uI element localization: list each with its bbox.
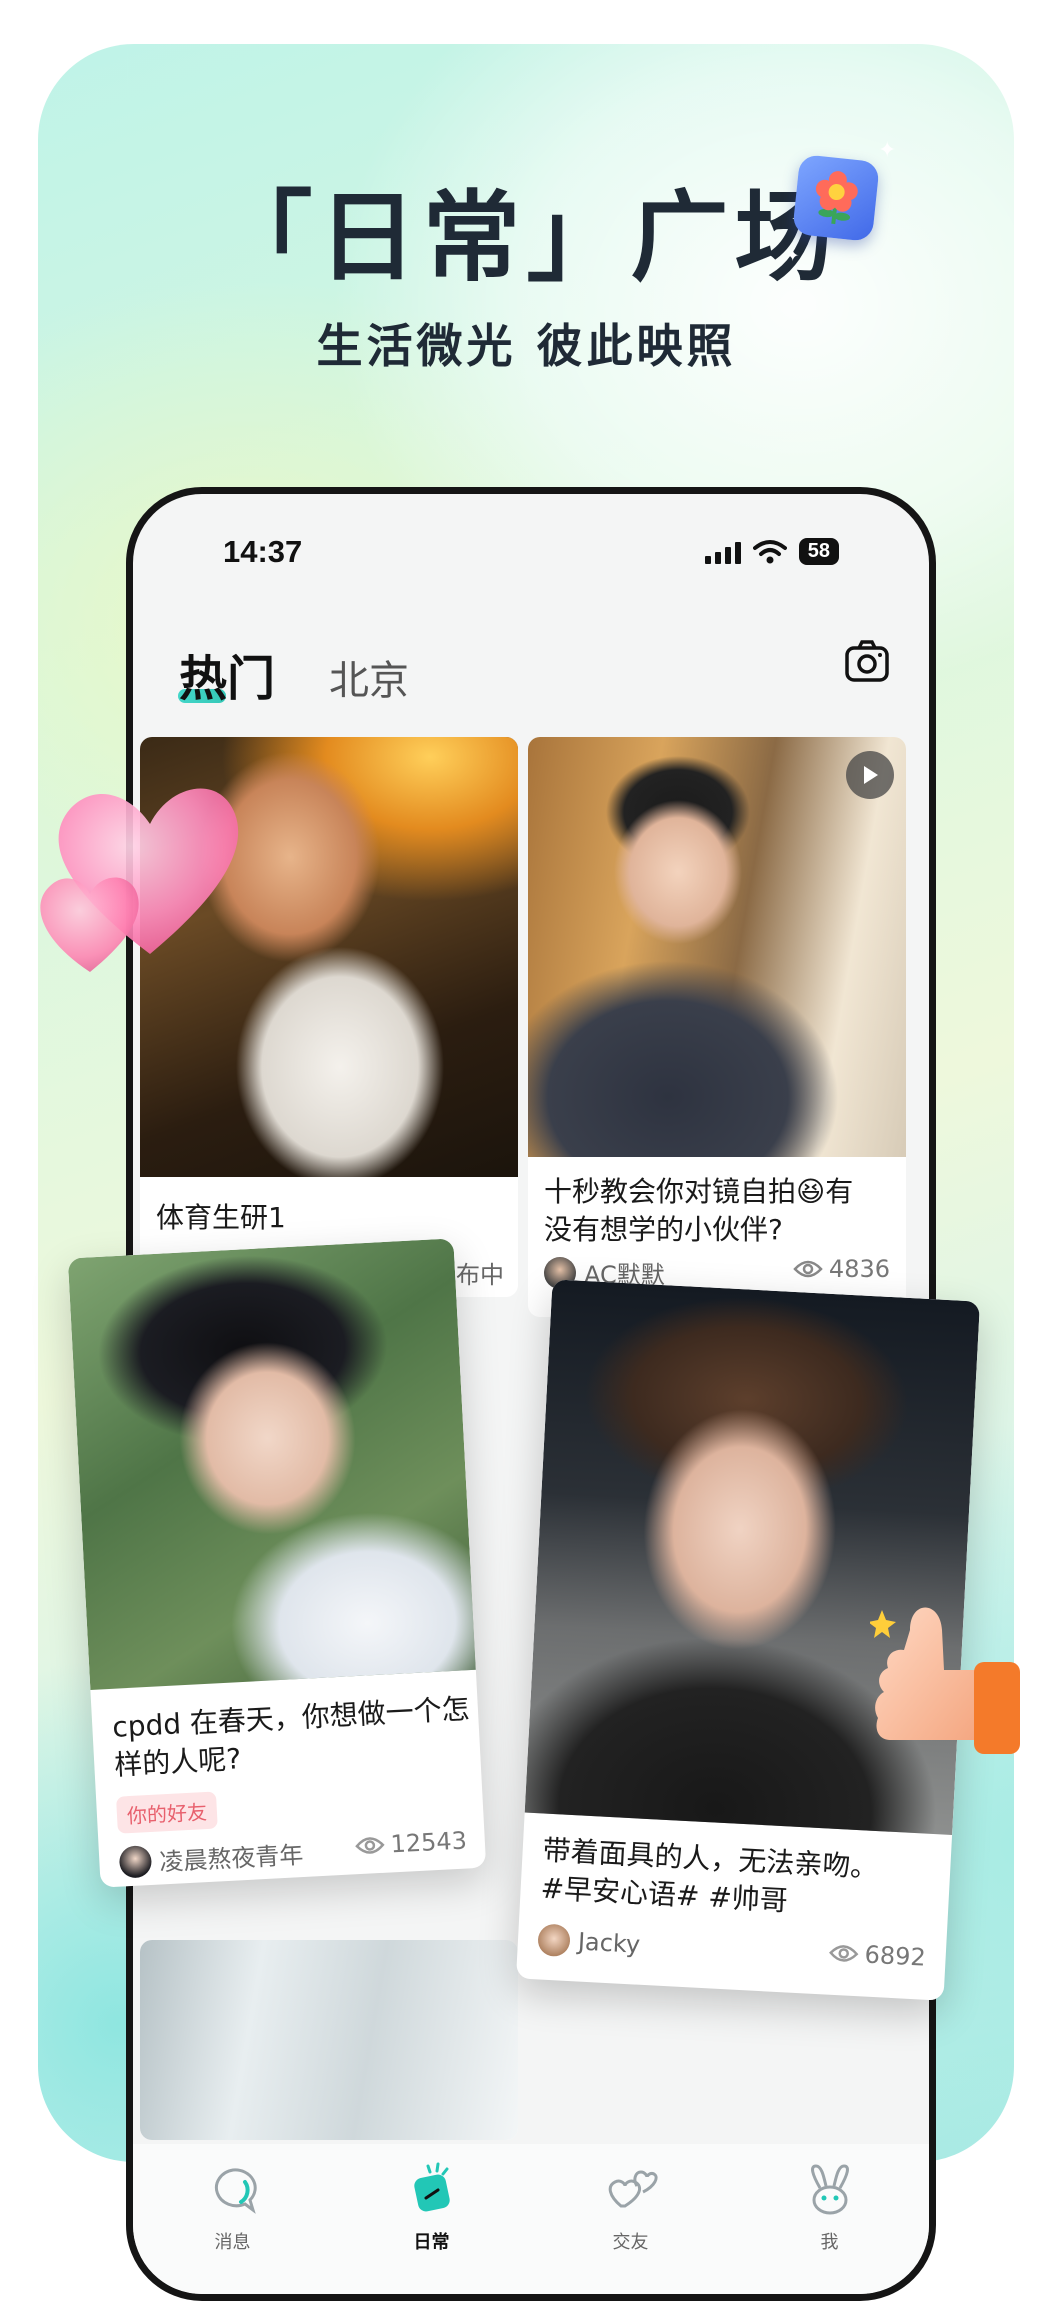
status-icons: 58 (704, 538, 839, 565)
thumbs-up-icon (870, 1607, 1020, 1754)
post-title-line: 没有想学的小伙伴? (544, 1213, 783, 1246)
promo-subline: 生活微光 彼此映照 (316, 319, 737, 373)
post-card[interactable]: cpdd 在春天，你想做一个怎 样的人呢? 你的好友 凌晨熬夜青年 12543 (67, 1238, 487, 1888)
view-count: 6892 (828, 1939, 926, 1972)
nav-label: 我 (820, 2232, 839, 2253)
post-title: 十秒教会你对镜自拍😆有 没有想学的小伙伴? (544, 1173, 853, 1249)
avatar (118, 1844, 153, 1879)
author-name: 凌晨熬夜青年 (158, 1841, 305, 1877)
view-number: 12543 (389, 1826, 468, 1859)
post-card[interactable]: 十秒教会你对镜自拍😆有 没有想学的小伙伴? AC默默 4836 (528, 737, 906, 1317)
relation-tag: 你的好友 (116, 1791, 218, 1834)
post-photo (528, 737, 906, 1157)
nav-item-friends[interactable]: 交友 (561, 2144, 701, 2254)
video-play-icon[interactable] (846, 751, 894, 799)
chat-bubble-icon (214, 2168, 257, 2214)
eye-icon (793, 1260, 823, 1278)
nav-item-daily[interactable]: 日常 (362, 2144, 502, 2254)
post-author: 布中 (456, 1255, 504, 1290)
view-count: 4836 (793, 1255, 890, 1283)
post-author[interactable]: Jacky (537, 1923, 641, 1960)
post-photo (67, 1238, 476, 1690)
nav-item-messages[interactable]: 消息 (163, 2144, 303, 2254)
flower-icon (792, 154, 880, 242)
author-name: Jacky (577, 1927, 641, 1959)
nav-item-me[interactable]: 我 (760, 2144, 900, 2254)
sparkle-icon: ✦ (878, 138, 897, 163)
eye-icon (354, 1837, 385, 1854)
sparkle-icon: ✦ (786, 246, 800, 265)
post-title: cpdd 在春天，你想做一个怎 样的人呢? (111, 1690, 472, 1785)
author-name: 布中 (456, 1261, 504, 1289)
post-card[interactable] (140, 1940, 518, 2140)
camera-icon[interactable] (843, 638, 891, 686)
tab-beijing[interactable]: 北京 (329, 648, 409, 706)
post-photo (140, 1940, 518, 2140)
post-title: 体育生研1 (156, 1201, 286, 1234)
nav-label: 消息 (214, 2232, 251, 2253)
view-number: 6892 (863, 1940, 927, 1972)
nav-label: 交友 (612, 2232, 649, 2253)
battery-level: 58 (798, 538, 839, 565)
bottom-nav: 消息 日常 交友 我 (133, 2144, 929, 2294)
tab-hot[interactable]: 热门 (179, 639, 275, 709)
bunny-icon (810, 2164, 849, 2215)
post-title: 带着面具的人，无法亲吻。 #早安心语# #帅哥 (540, 1832, 880, 1925)
nav-label: 日常 (413, 2232, 450, 2253)
view-count: 12543 (354, 1826, 468, 1860)
status-time: 14:37 (223, 534, 303, 569)
daily-card-icon (413, 2162, 450, 2212)
view-number: 4836 (828, 1255, 890, 1283)
post-title-line: 十秒教会你对镜自拍😆有 (544, 1175, 854, 1208)
hearts-icon (608, 2170, 658, 2208)
avatar (537, 1923, 571, 1958)
promo-headline: 「日常」广场 (214, 181, 839, 295)
signal-icon (704, 540, 741, 564)
eye-icon (828, 1945, 859, 1962)
post-author[interactable]: 凌晨熬夜青年 (118, 1835, 305, 1880)
heart-icon (40, 788, 239, 972)
wifi-icon (752, 539, 787, 563)
